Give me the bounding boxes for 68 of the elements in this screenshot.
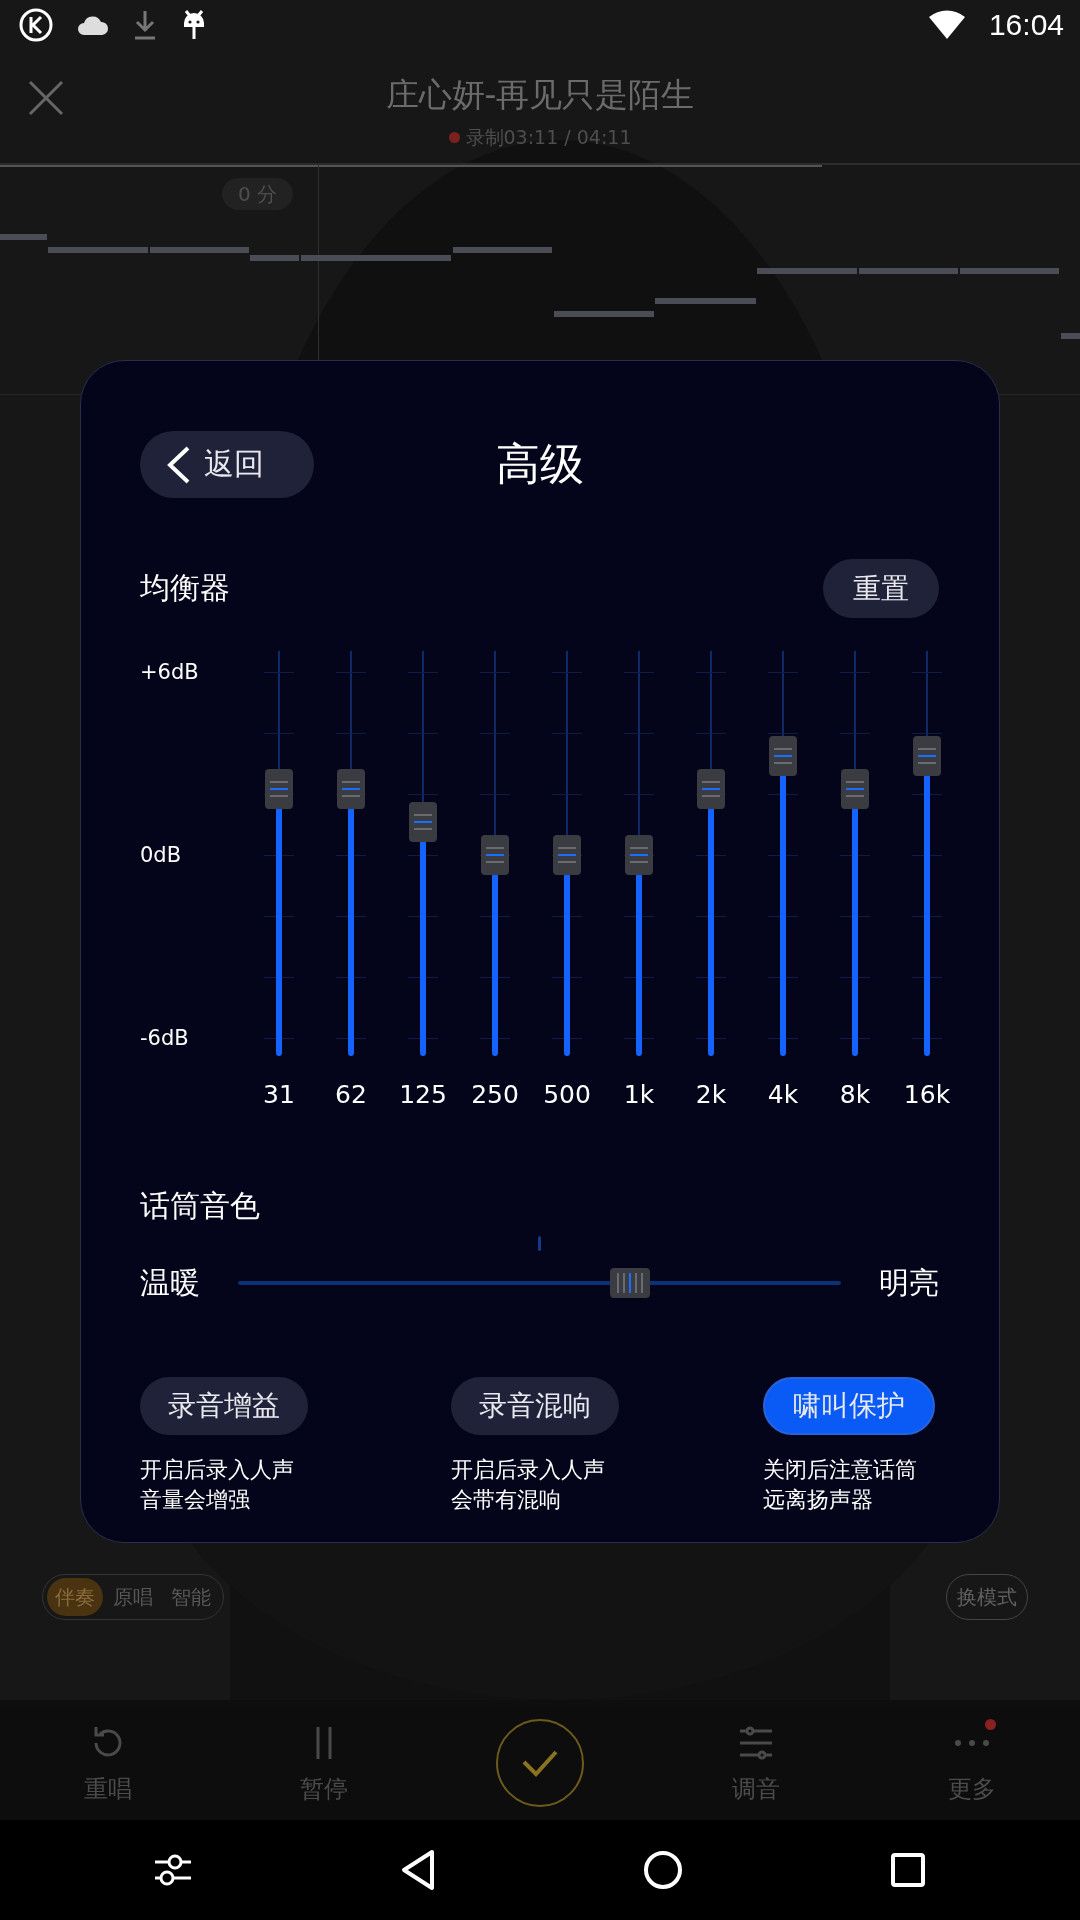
toolbar-button[interactable]: 暂停 [216, 1720, 432, 1805]
clock-time: 16:04 [988, 8, 1064, 42]
toggle-button[interactable]: 录音增益 [140, 1377, 308, 1435]
confirm-button[interactable] [496, 1718, 584, 1807]
more-icon [954, 1738, 990, 1747]
tone-label: 明亮 [879, 1263, 939, 1302]
close-button[interactable] [26, 78, 66, 118]
tone-slider[interactable] [238, 1268, 841, 1298]
back-button[interactable]: 返回 [140, 431, 314, 498]
section-title: 话筒音色 [140, 1188, 260, 1223]
slider-thumb[interactable] [913, 736, 941, 777]
eq-slider[interactable] [840, 651, 870, 1056]
slider-thumb[interactable] [841, 769, 869, 810]
eq-slider[interactable] [624, 651, 654, 1056]
wifi-icon [926, 9, 967, 41]
toggle-button[interactable]: 录音混响 [451, 1377, 619, 1435]
slider-thumb[interactable] [625, 835, 653, 875]
mode-option[interactable]: 智能 [163, 1578, 219, 1616]
dialog-title: 高级 [495, 437, 584, 491]
reset-button[interactable]: 重置 [823, 559, 939, 618]
toggle-description: 开启后录入人声音量会增强 [140, 1456, 295, 1514]
home-nav-button[interactable] [642, 1850, 683, 1890]
frequency-label: 250 [471, 1079, 519, 1111]
slider-thumb[interactable] [553, 835, 581, 875]
frequency-label: 31 [263, 1079, 295, 1111]
eq-slider[interactable] [480, 651, 510, 1056]
eq-slider[interactable] [552, 651, 582, 1056]
chevron-left-icon [166, 444, 190, 485]
slider-thumb[interactable] [769, 736, 797, 777]
recording-dot [448, 131, 460, 143]
frequency-label: 62 [335, 1079, 367, 1111]
frequency-label: 16k [903, 1079, 951, 1111]
slider-thumb[interactable] [481, 835, 509, 875]
toggle-description: 开启后录入人声会带有混响 [451, 1456, 606, 1514]
slider-thumb[interactable] [609, 1268, 650, 1298]
slider-thumb[interactable] [409, 802, 437, 843]
frequency-label: 125 [399, 1079, 447, 1111]
download-icon [132, 9, 158, 41]
scale-label: +6dB [140, 660, 200, 684]
center-mark [537, 1236, 541, 1251]
frequency-label: 1k [623, 1079, 655, 1111]
toolbar-button[interactable]: 重唱 [0, 1720, 216, 1805]
slider-thumb[interactable] [697, 769, 725, 810]
recents-nav-button[interactable] [889, 1852, 926, 1888]
song-title: 庄心妍-再见只是陌生 [385, 74, 695, 116]
eq-slider[interactable] [336, 651, 366, 1056]
scale-label: -6dB [140, 1026, 190, 1050]
toolbar-button[interactable]: 更多 [864, 1720, 1080, 1805]
toggle-description: 关闭后注意话筒远离扬声器 [763, 1456, 918, 1514]
scale-label: 0dB [140, 843, 183, 867]
eq-slider[interactable] [696, 651, 726, 1056]
toolbar-button[interactable]: 调音 [648, 1720, 864, 1805]
eq-slider[interactable] [264, 651, 294, 1056]
app-logo-icon [18, 7, 54, 43]
frequency-label: 8k [839, 1079, 871, 1111]
mode-option[interactable]: 原唱 [105, 1578, 161, 1616]
eq-slider[interactable] [408, 651, 438, 1056]
eq-slider[interactable] [912, 651, 942, 1056]
cloud-icon [76, 13, 110, 37]
section-title: 均衡器 [140, 569, 230, 607]
toggle-button[interactable]: 啸叫保护 [763, 1377, 935, 1435]
frequency-label: 4k [767, 1079, 799, 1111]
frequency-label: 500 [543, 1079, 591, 1111]
tone-label: 温暖 [140, 1263, 200, 1302]
eq-slider[interactable] [768, 651, 798, 1056]
slider-thumb[interactable] [337, 769, 365, 810]
slider-thumb[interactable] [265, 769, 293, 810]
frequency-label: 2k [695, 1079, 727, 1111]
